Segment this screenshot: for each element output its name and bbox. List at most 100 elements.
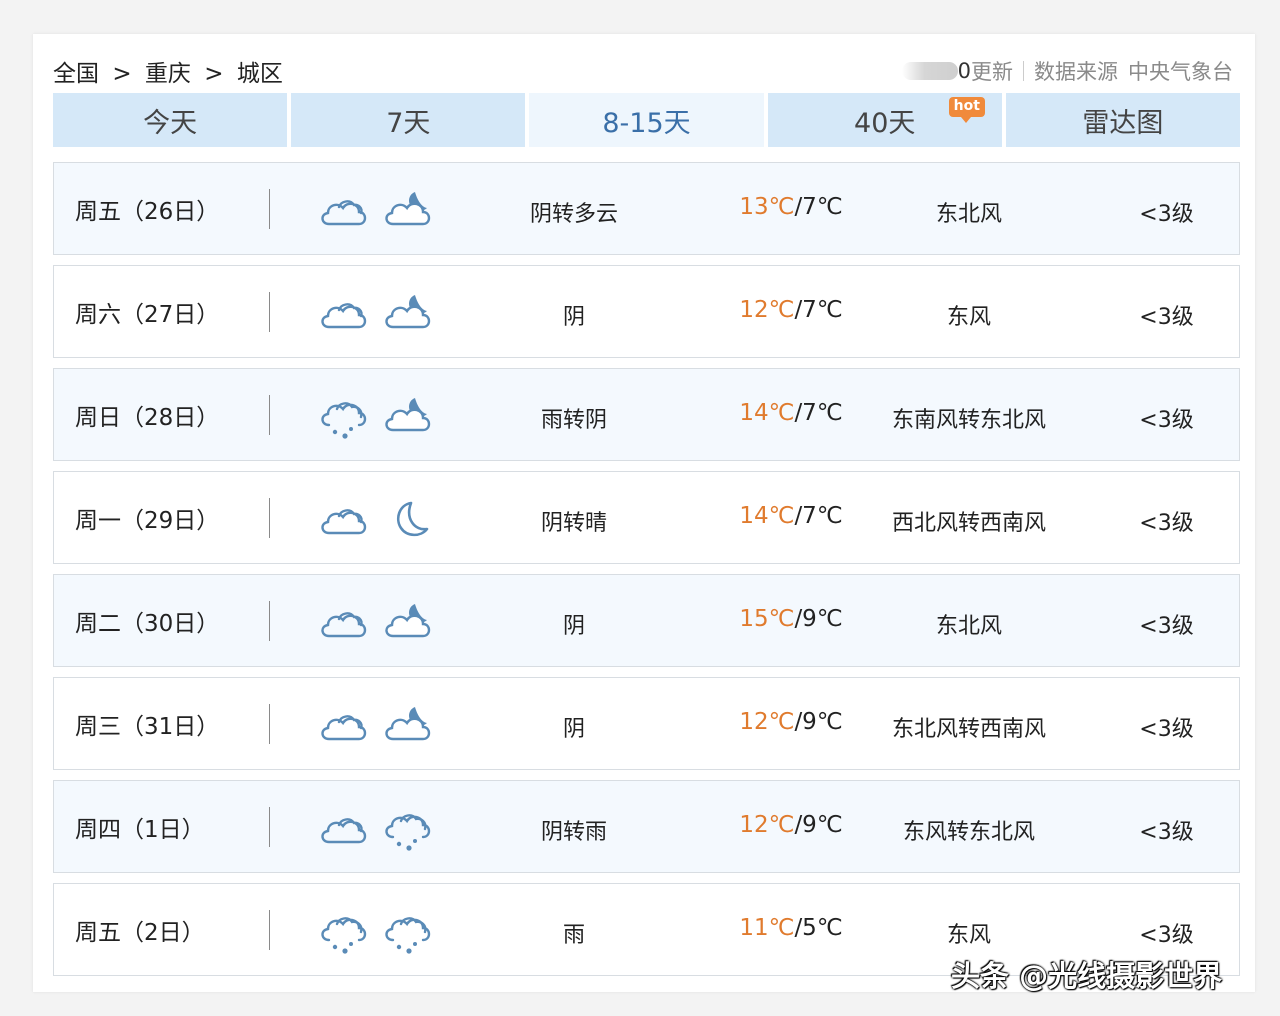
- temperature-range: 14℃/7℃: [706, 503, 876, 529]
- tab-40-days[interactable]: 40天 hot: [767, 93, 1002, 147]
- wind-level: <3级: [1139, 614, 1194, 639]
- temperature-range: 12℃/7℃: [706, 297, 876, 323]
- wind-level: <3级: [1139, 305, 1194, 330]
- rain-icon: [317, 392, 371, 440]
- low-temp: /9℃: [794, 709, 843, 735]
- wind-direction: 东风: [946, 923, 991, 948]
- high-temp: 14℃: [739, 503, 795, 529]
- breadcrumb-province[interactable]: 重庆: [145, 54, 191, 88]
- tab-radar[interactable]: 雷达图: [1005, 93, 1241, 147]
- partly-cloudy-night-icon: [381, 392, 435, 440]
- low-temp: /7℃: [794, 400, 843, 426]
- weather-condition: 雨转阴: [540, 408, 607, 433]
- temperature-range: 15℃/9℃: [706, 606, 876, 632]
- weather-condition: 雨: [562, 923, 585, 948]
- breadcrumb-separator: >: [112, 61, 132, 87]
- temperature-range: 12℃/9℃: [706, 709, 876, 735]
- data-source: 0 更新 数据来源 中央气象台: [901, 56, 1233, 86]
- wind-level: <3级: [1139, 408, 1194, 433]
- weather-condition: 阴转晴: [540, 511, 607, 536]
- wind-level: <3级: [1139, 202, 1194, 227]
- wind-level: <3级: [1139, 717, 1194, 742]
- wind-direction: 东风: [946, 305, 991, 330]
- forecast-row: 周四（1日） 阴转雨 12℃/9℃ 东风转东北风 <3级: [53, 780, 1240, 873]
- forecast-date: 周二（30日）: [75, 611, 220, 637]
- row-divider: [269, 292, 270, 332]
- blurred-update-time: [901, 62, 958, 80]
- wind-level: <3级: [1139, 511, 1194, 536]
- cloudy-icon: [317, 495, 371, 543]
- rain-icon: [317, 907, 371, 955]
- forecast-date: 周一（29日）: [75, 508, 220, 534]
- tab-8-15-days[interactable]: 8-15天: [529, 93, 764, 147]
- high-temp: 12℃: [739, 297, 795, 323]
- breadcrumb-country[interactable]: 全国: [53, 54, 99, 88]
- wind-direction: 东北风: [935, 614, 1002, 639]
- row-divider: [269, 807, 270, 847]
- forecast-panel: 全国 > 重庆 > 城区 0 更新 数据来源 中央气象台 今天 7天 8-15天…: [33, 34, 1255, 992]
- forecast-row: 周一（29日） 阴转晴 14℃/7℃ 西北风转西南风 <3级: [53, 471, 1240, 564]
- temperature-range: 12℃/9℃: [706, 812, 876, 838]
- low-temp: /5℃: [794, 915, 843, 941]
- row-divider: [269, 498, 270, 538]
- update-label: 更新: [971, 60, 1013, 84]
- tab-today[interactable]: 今天: [53, 93, 288, 147]
- forecast-row: 周三（31日） 阴 12℃/9℃ 东北风转西南风 <3级: [53, 677, 1240, 770]
- forecast-date: 周五（26日）: [75, 199, 220, 225]
- partly-cloudy-night-icon: [381, 289, 435, 337]
- forecast-tabs: 今天 7天 8-15天 40天 hot 雷达图: [53, 93, 1241, 147]
- wind-direction: 东北风转西南风: [891, 717, 1046, 742]
- row-divider: [269, 910, 270, 950]
- rain-icon: [381, 907, 435, 955]
- cloudy-icon: [317, 598, 371, 646]
- high-temp: 15℃: [739, 606, 795, 632]
- forecast-row: 周六（27日） 阴 12℃/7℃ 东风 <3级: [53, 265, 1240, 358]
- cloudy-icon: [317, 289, 371, 337]
- wind-direction: 西北风转西南风: [891, 511, 1046, 536]
- temperature-range: 13℃/7℃: [706, 194, 876, 220]
- row-divider: [269, 395, 270, 435]
- watermark: 头条 @光线摄影世界: [951, 959, 1223, 993]
- forecast-row: 周日（28日） 雨转阴 14℃/7℃ 东南风转东北风 <3级: [53, 368, 1240, 461]
- partly-cloudy-night-icon: [381, 701, 435, 749]
- high-temp: 12℃: [739, 709, 795, 735]
- rain-icon: [381, 804, 435, 852]
- partly-cloudy-night-icon: [381, 186, 435, 234]
- weather-condition: 阴转雨: [540, 820, 607, 845]
- low-temp: /9℃: [794, 812, 843, 838]
- moon-icon: [381, 495, 435, 543]
- source-label: 数据来源: [1034, 60, 1118, 84]
- top-bar: 全国 > 重庆 > 城区 0 更新 数据来源 中央气象台: [53, 48, 1239, 90]
- breadcrumb-district: 城区: [236, 61, 283, 87]
- row-divider: [269, 704, 270, 744]
- tab-7-days[interactable]: 7天: [291, 93, 526, 147]
- cloudy-icon: [317, 186, 371, 234]
- forecast-date: 周四（1日）: [75, 817, 205, 843]
- high-temp: 12℃: [739, 812, 795, 838]
- wind-direction: 东北风: [935, 202, 1002, 227]
- weather-condition: 阴: [562, 717, 585, 742]
- row-divider: [269, 189, 270, 229]
- forecast-row: 周二（30日） 阴 15℃/9℃ 东北风 <3级: [53, 574, 1240, 667]
- temperature-range: 11℃/5℃: [706, 915, 876, 941]
- source-name[interactable]: 中央气象台: [1128, 56, 1233, 86]
- wind-direction: 东南风转东北风: [891, 408, 1046, 433]
- forecast-date: 周五（2日）: [75, 920, 205, 946]
- partly-cloudy-night-icon: [381, 598, 435, 646]
- cloudy-icon: [317, 701, 371, 749]
- weather-condition: 阴: [562, 614, 585, 639]
- cloudy-icon: [317, 804, 371, 852]
- high-temp: 14℃: [739, 400, 795, 426]
- forecast-date: 周六（27日）: [75, 302, 220, 328]
- source-divider: [1023, 61, 1024, 81]
- breadcrumb: 全国 > 重庆 > 城区: [53, 54, 283, 88]
- low-temp: /7℃: [794, 503, 843, 529]
- row-divider: [269, 601, 270, 641]
- low-temp: /7℃: [794, 194, 843, 220]
- forecast-date: 周三（31日）: [75, 714, 220, 740]
- low-temp: /7℃: [794, 297, 843, 323]
- wind-level: <3级: [1139, 923, 1194, 948]
- forecast-row: 周五（26日） 阴转多云 13℃/7℃ 东北风 <3级: [53, 162, 1240, 255]
- temperature-range: 14℃/7℃: [706, 400, 876, 426]
- weather-condition: 阴: [562, 305, 585, 330]
